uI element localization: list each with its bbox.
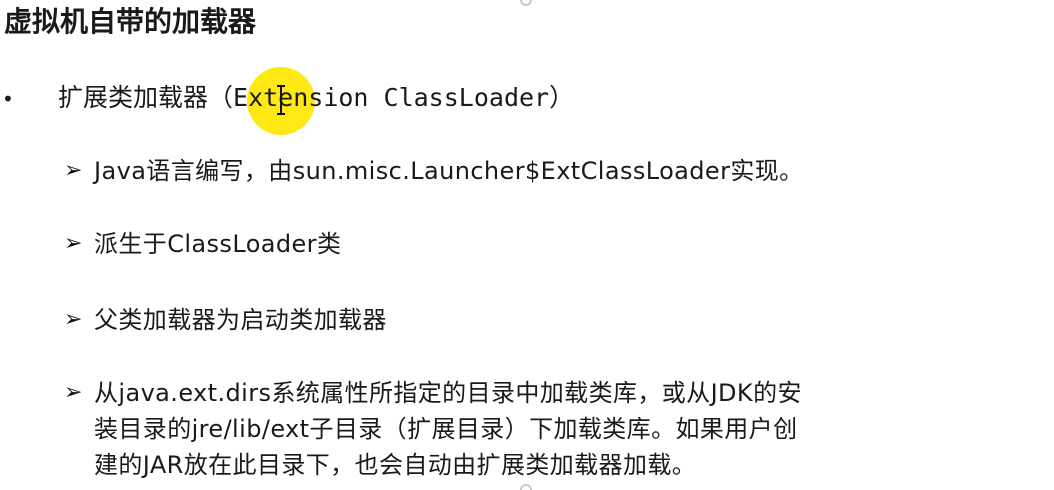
arrow-bullet-icon: ➢ [64, 231, 83, 256]
item-extension-classloader: 扩展类加载器（Extension ClassLoader） [58, 80, 574, 116]
item-label-cn: 扩展类加载器（ [58, 83, 234, 112]
item-label-close: ） [549, 83, 575, 112]
arrow-bullet-icon: ➢ [64, 380, 83, 405]
sub-item-4: ➢ 从java.ext.dirs系统属性所指定的目录中加载类库，或从JDK的安 … [64, 375, 802, 483]
text-cursor-icon [277, 85, 285, 115]
sub-item-text-multiline: 从java.ext.dirs系统属性所指定的目录中加载类库，或从JDK的安 装目… [94, 375, 802, 483]
sub-item-line: 装目录的jre/lib/ext子目录（扩展目录）下加载类库。如果用户创 [94, 415, 798, 443]
sub-item-text: Java语言编写，由sun.misc.Launcher$ExtClassLoad… [94, 157, 804, 185]
sub-item-line: 建的JAR放在此目录下，也会自动由扩展类加载器加载。 [94, 451, 697, 479]
sub-item-text: 父类加载器为启动类加载器 [94, 306, 387, 334]
slide-top-indicator [520, 0, 532, 6]
sub-item-line: 从java.ext.dirs系统属性所指定的目录中加载类库，或从JDK的安 [94, 379, 802, 407]
sub-item-2: ➢ 派生于ClassLoader类 [64, 226, 341, 262]
sub-item-text: 派生于ClassLoader类 [94, 230, 342, 258]
slide-bottom-indicator [520, 484, 532, 490]
bullet-dot: • [2, 87, 14, 111]
sub-item-1: ➢ Java语言编写，由sun.misc.Launcher$ExtClassLo… [64, 153, 804, 189]
arrow-bullet-icon: ➢ [64, 158, 83, 183]
slide-title: 虚拟机自带的加载器 [4, 5, 257, 38]
arrow-bullet-icon: ➢ [64, 307, 83, 332]
sub-item-3: ➢ 父类加载器为启动类加载器 [64, 302, 387, 338]
